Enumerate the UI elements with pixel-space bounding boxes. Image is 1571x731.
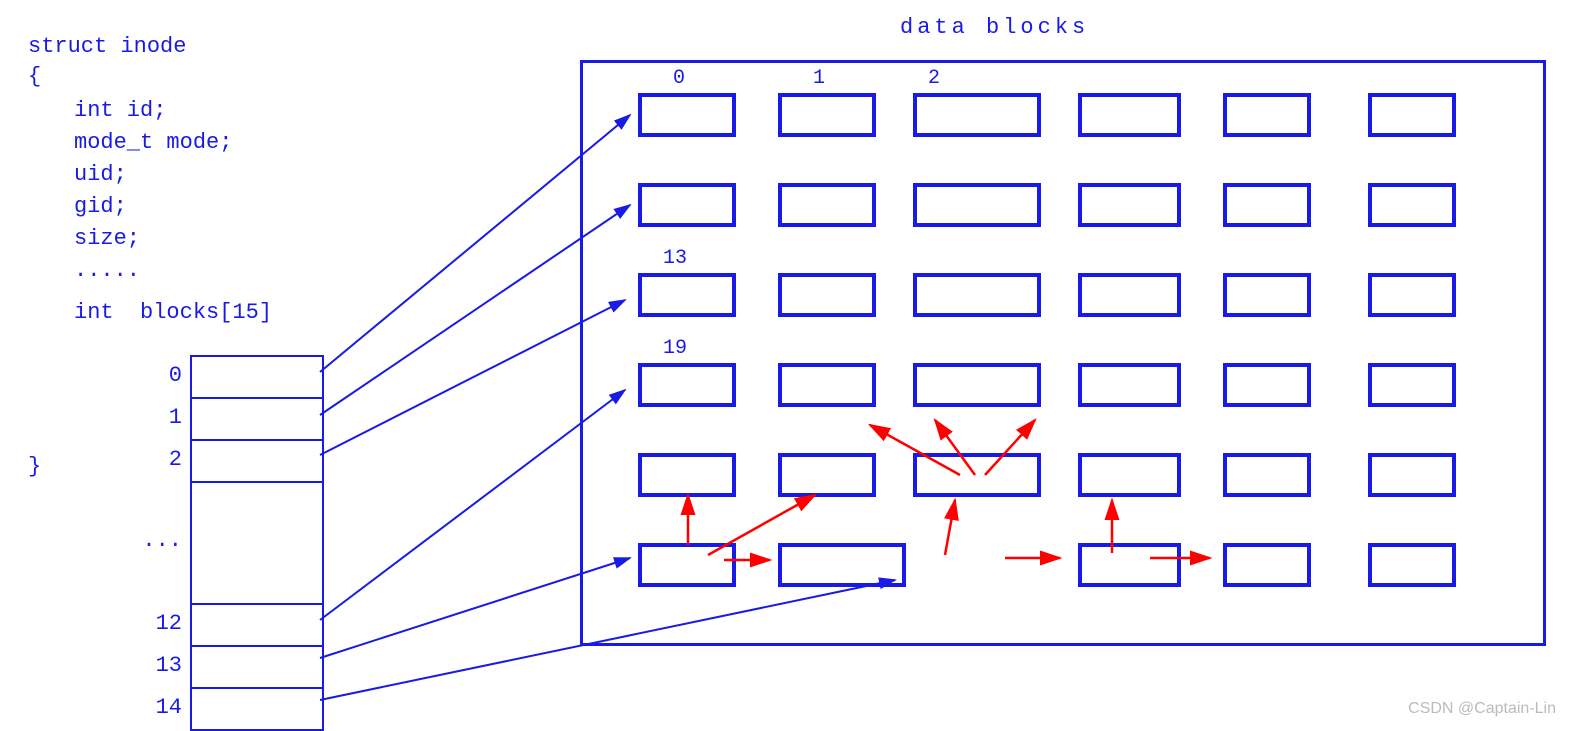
block-r2c6 (1368, 183, 1456, 227)
block-label-13: 13 (663, 247, 687, 270)
array-label-12: 12 (137, 611, 182, 636)
code-brace-close: } (28, 454, 41, 479)
block-r2c5 (1223, 183, 1311, 227)
block-r6c1 (638, 543, 736, 587)
block-label-19: 19 (663, 337, 687, 360)
block-r4c3 (913, 363, 1041, 407)
code-size: size; (74, 226, 140, 251)
block-r5c5 (1223, 453, 1311, 497)
code-gid: gid; (74, 194, 127, 219)
code-id: int id; (74, 98, 166, 123)
array-row-14: 14 (192, 689, 322, 731)
block-label-0: 0 (673, 67, 685, 90)
array-row-0: 0 (192, 357, 322, 399)
block-r3c6 (1368, 273, 1456, 317)
block-r2c2 (778, 183, 876, 227)
array-label-1: 1 (137, 405, 182, 430)
code-brace-open: { (28, 64, 41, 89)
array-label-dots: ... (137, 528, 182, 553)
block-r1c2 (778, 93, 876, 137)
block-r6c4 (1078, 543, 1181, 587)
block-r2c3 (913, 183, 1041, 227)
array-label-14: 14 (137, 695, 182, 720)
block-r5c6 (1368, 453, 1456, 497)
code-struct: struct inode (28, 34, 186, 59)
block-r1c1 (638, 93, 736, 137)
block-label-1: 1 (813, 67, 825, 90)
code-blocks: int blocks[15] (74, 300, 272, 325)
code-mode: mode_t mode; (74, 130, 232, 155)
array-label-13: 13 (137, 653, 182, 678)
data-blocks-container: 0 1 2 13 19 (580, 60, 1546, 646)
block-r4c2 (778, 363, 876, 407)
blocks-array: 0 1 2 ... 12 13 14 (190, 355, 324, 731)
block-r4c5 (1223, 363, 1311, 407)
array-row-13: 13 (192, 647, 322, 689)
block-r4c6 (1368, 363, 1456, 407)
block-r5c1 (638, 453, 736, 497)
block-r5c4 (1078, 453, 1181, 497)
array-row-2: 2 (192, 441, 322, 483)
data-blocks-title: data blocks (900, 15, 1089, 40)
array-row-gap: ... (192, 483, 322, 605)
block-r3c2 (778, 273, 876, 317)
block-r3c4 (1078, 273, 1181, 317)
block-label-2: 2 (928, 67, 940, 90)
array-row-1: 1 (192, 399, 322, 441)
block-r2c1 (638, 183, 736, 227)
code-dots: ..... (74, 258, 140, 283)
array-row-12: 12 (192, 605, 322, 647)
block-r6c5 (1223, 543, 1311, 587)
block-r1c5 (1223, 93, 1311, 137)
block-r4c1 (638, 363, 736, 407)
block-r3c1 (638, 273, 736, 317)
array-label-0: 0 (137, 363, 182, 388)
block-r6c2 (778, 543, 906, 587)
block-r6c6 (1368, 543, 1456, 587)
array-label-2: 2 (137, 447, 182, 472)
block-r1c4 (1078, 93, 1181, 137)
block-r4c4 (1078, 363, 1181, 407)
block-r1c6 (1368, 93, 1456, 137)
block-r2c4 (1078, 183, 1181, 227)
code-uid: uid; (74, 162, 127, 187)
block-r3c5 (1223, 273, 1311, 317)
watermark: CSDN @Captain-Lin (1408, 700, 1556, 718)
block-r3c3 (913, 273, 1041, 317)
block-r5c3 (913, 453, 1041, 497)
block-r5c2 (778, 453, 876, 497)
block-r1c3 (913, 93, 1041, 137)
